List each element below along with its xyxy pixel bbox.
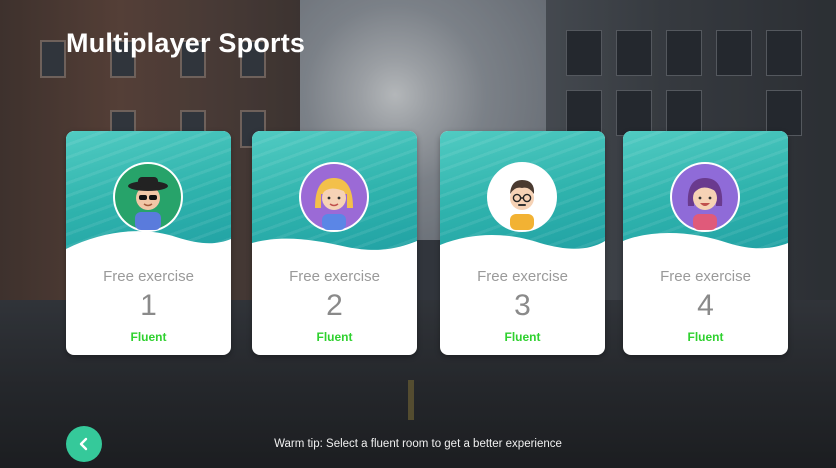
woman-blonde-avatar-icon: [299, 162, 369, 232]
warm-tip-text: Warm tip: Select a fluent room to get a …: [274, 438, 562, 450]
boy-glasses-avatar-icon: [487, 162, 557, 232]
room-card-3[interactable]: Free exercise 3 Fluent: [440, 131, 605, 355]
room-card-4[interactable]: Free exercise 4 Fluent: [623, 131, 788, 355]
room-number: 3: [514, 289, 531, 322]
room-number: 1: [140, 289, 157, 322]
room-card-2[interactable]: Free exercise 2 Fluent: [252, 131, 417, 355]
room-card-1[interactable]: Free exercise 1 Fluent: [66, 131, 231, 355]
room-label: Free exercise: [103, 268, 194, 285]
girl-purple-hair-avatar-icon: [670, 162, 740, 232]
room-label: Free exercise: [289, 268, 380, 285]
room-label: Free exercise: [660, 268, 751, 285]
room-status: Fluent: [504, 330, 541, 344]
man-sunglasses-avatar-icon: [113, 162, 183, 232]
room-number: 2: [326, 289, 343, 322]
room-label: Free exercise: [477, 268, 568, 285]
room-status: Fluent: [316, 330, 353, 344]
room-status: Fluent: [130, 330, 167, 344]
page-title: Multiplayer Sports: [66, 28, 306, 58]
room-number: 4: [697, 289, 714, 322]
room-status: Fluent: [687, 330, 724, 344]
